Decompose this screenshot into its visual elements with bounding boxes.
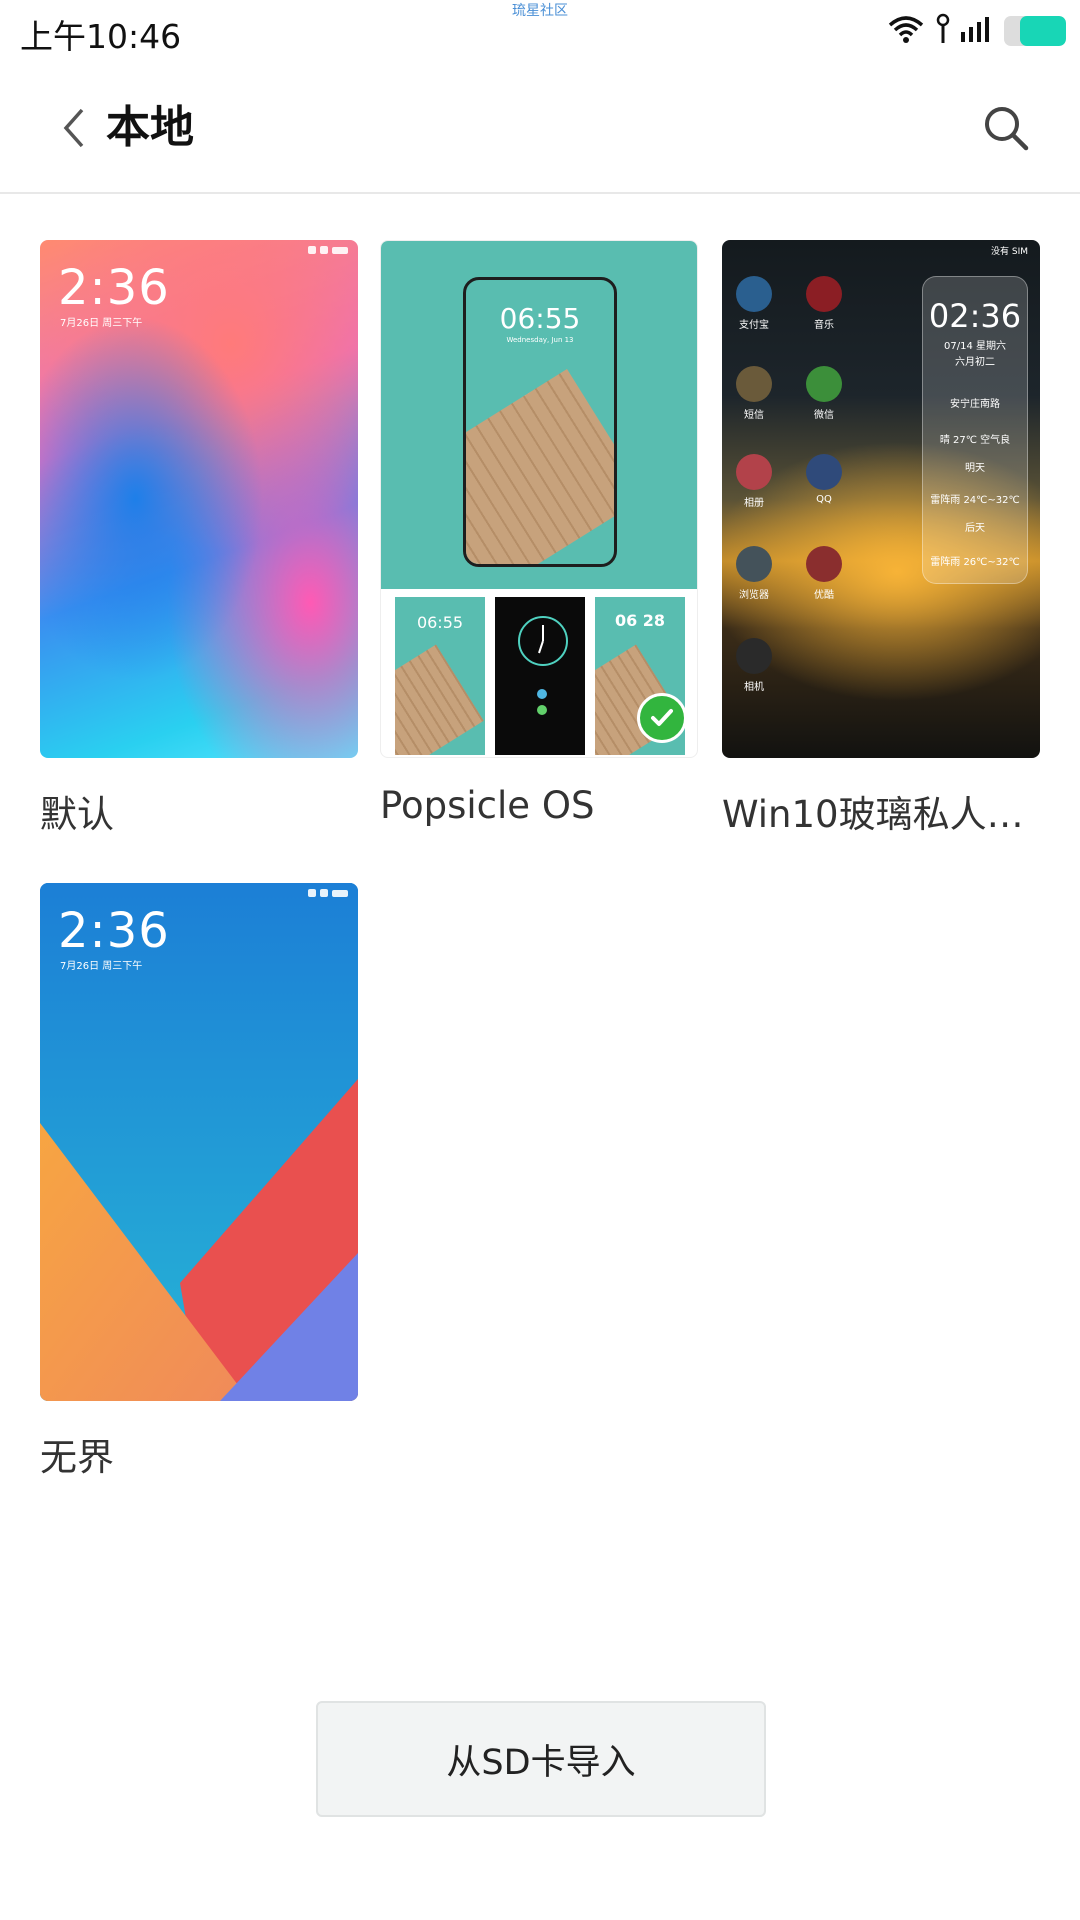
app-dot-icon (537, 689, 547, 699)
mini-preview-date-text: 06 28 (614, 611, 666, 630)
app-label: 短信 (744, 410, 764, 421)
key-icon (936, 13, 950, 49)
app-label: 优酷 (814, 590, 834, 601)
widget-location: 安宁庄南路 (950, 399, 1000, 410)
app-label: 相册 (744, 498, 764, 509)
gallery-icon (736, 454, 772, 490)
wood-floor-graphic (395, 644, 484, 755)
theme-preview-popsicle[interactable]: 06:55 Wednesday, Jun 13 06:55 06 28 (380, 240, 698, 758)
selected-check-icon (637, 693, 687, 743)
app-label: 浏览器 (739, 590, 769, 601)
signal-icon (960, 14, 994, 48)
wechat-icon (806, 366, 842, 402)
wifi-icon (886, 13, 926, 49)
widget-weather-day-after: 雷阵雨 26℃~32℃ (930, 557, 1020, 568)
mini-preview-clock (495, 597, 585, 755)
theme-card-popsicle[interactable]: 06:55 Wednesday, Jun 13 06:55 06 28 Pops… (380, 240, 698, 827)
chevron-left-icon (63, 108, 84, 148)
qq-icon (806, 454, 842, 490)
search-icon (985, 107, 1029, 151)
theme-name: Win10玻璃私人订... (722, 793, 1040, 836)
preview-status-icons (308, 246, 348, 254)
screen: 上午10:46 琉星社区 本地 2:36 7月26日 周三下午 默认 06:55… (0, 0, 1080, 1920)
back-button[interactable] (44, 98, 104, 158)
status-icons (886, 13, 1066, 49)
page-title: 本地 (106, 102, 194, 153)
preview-lock-date: 7月26日 周三下午 (60, 318, 143, 329)
widget-lunar-date: 六月初二 (955, 357, 995, 368)
preview-lock-time: 2:36 (58, 260, 170, 316)
weather-clock-widget: 02:36 07/14 星期六 六月初二 安宁庄南路 晴 27℃ 空气良 明天 … (922, 276, 1028, 584)
popsicle-main-preview: 06:55 Wednesday, Jun 13 (381, 241, 697, 589)
theme-preview-default[interactable]: 2:36 7月26日 周三下午 (40, 240, 358, 758)
camera-icon (736, 638, 772, 674)
analog-clock-icon (518, 616, 568, 666)
preview-lock-time: 06:55 (499, 302, 581, 335)
app-dot-icon (537, 705, 547, 715)
battery-level-fill (1019, 16, 1066, 46)
preview-status-icons (308, 889, 348, 897)
search-button[interactable] (978, 100, 1034, 156)
widget-date: 07/14 星期六 (944, 341, 1006, 352)
import-from-sd-button[interactable]: 从SD卡导入 (316, 1701, 766, 1817)
theme-card-default[interactable]: 2:36 7月26日 周三下午 默认 (40, 240, 358, 838)
browser-icon (736, 546, 772, 582)
wood-floor-graphic (466, 369, 614, 564)
theme-name: Popsicle OS (380, 784, 595, 827)
widget-day-label: 后天 (965, 523, 985, 534)
app-label: 音乐 (814, 320, 834, 331)
mini-preview-time: 06:55 (416, 613, 464, 632)
widget-time: 02:36 (928, 297, 1022, 335)
theme-preview-wujie[interactable]: 2:36 7月26日 周三下午 (40, 883, 358, 1401)
app-label: 微信 (814, 410, 834, 421)
music-icon (806, 276, 842, 312)
widget-day-label: 明天 (965, 463, 985, 474)
preview-lock-time: 2:36 (58, 903, 170, 959)
status-bar: 上午10:46 琉星社区 (0, 0, 1080, 62)
alipay-icon (736, 276, 772, 312)
theme-preview-win10[interactable]: 没有 SIM 支付宝 音乐 短信 微信 相册 QQ 浏览器 优酷 相机 02:3… (722, 240, 1040, 758)
preview-status-text: 没有 SIM (991, 247, 1028, 257)
phone-frame: 06:55 Wednesday, Jun 13 (463, 277, 617, 567)
preview-lock-date: 7月26日 周三下午 (60, 961, 143, 972)
sms-icon (736, 366, 772, 402)
app-label: 相机 (744, 682, 764, 693)
theme-card-win10[interactable]: 没有 SIM 支付宝 音乐 短信 微信 相册 QQ 浏览器 优酷 相机 02:3… (722, 240, 1040, 838)
app-label: 支付宝 (739, 320, 769, 331)
preview-lock-date: Wednesday, Jun 13 (506, 336, 574, 344)
widget-weather-today: 晴 27℃ 空气良 (939, 435, 1011, 446)
theme-name: 默认 (40, 793, 114, 836)
youku-icon (806, 546, 842, 582)
battery-icon (1004, 16, 1066, 46)
theme-card-wujie[interactable]: 2:36 7月26日 周三下午 无界 (40, 883, 358, 1481)
mini-preview-lock: 06:55 (395, 597, 485, 755)
app-label: QQ (816, 494, 832, 505)
theme-name: 无界 (40, 1436, 114, 1479)
app-header: 本地 (0, 62, 1080, 194)
widget-weather-tomorrow: 雷阵雨 24℃~32℃ (930, 495, 1020, 506)
